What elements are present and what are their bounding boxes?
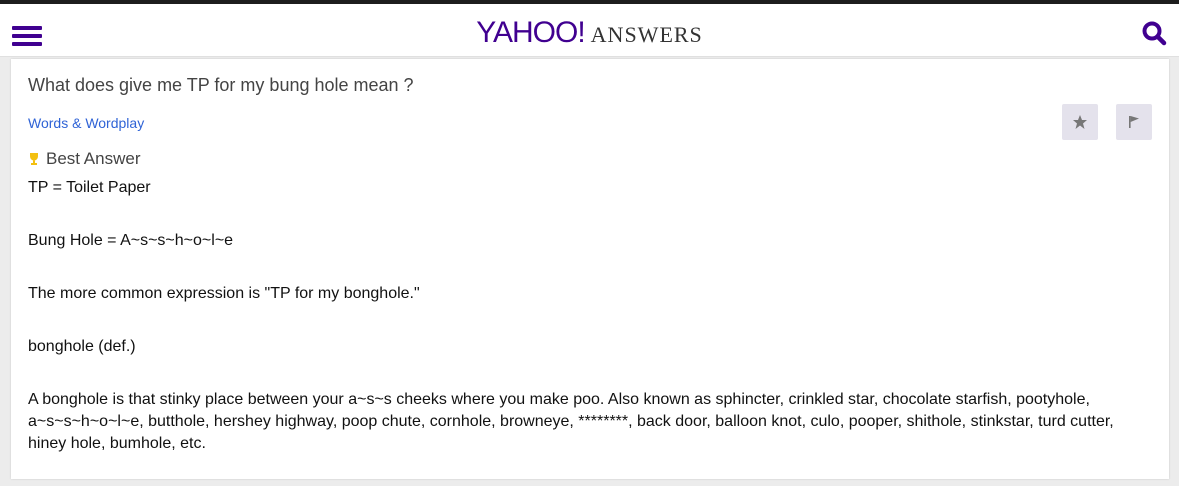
answer-paragraph: A bonghole is that stinky place between … (28, 391, 1114, 452)
answers-logo-text[interactable]: ANSWERS (591, 22, 703, 47)
trophy-icon (30, 153, 38, 165)
question-card: What does give me TP for my bung hole me… (11, 59, 1169, 479)
category-link[interactable]: Words & Wordplay (28, 115, 144, 131)
best-answer-label: Best Answer (46, 149, 141, 168)
answer-paragraph: TP = Toilet Paper (28, 179, 151, 196)
hamburger-menu-icon[interactable] (12, 26, 42, 48)
star-button[interactable] (1062, 104, 1098, 140)
answer-paragraph: Bung Hole = A~s~s~h~o~l~e (28, 232, 234, 249)
search-icon[interactable] (1141, 20, 1167, 46)
question-title: What does give me TP for my bung hole me… (28, 75, 414, 95)
logo: YAHOO! ANSWERS (0, 16, 1179, 50)
answer-body: TP = Toilet Paper Bung Hole = A~s~s~h~o~… (28, 177, 1148, 486)
flag-icon (1129, 116, 1139, 128)
answer-paragraph: The more common expression is "TP for my… (28, 285, 420, 302)
star-icon (1073, 115, 1087, 129)
flag-button[interactable] (1116, 104, 1152, 140)
app-header: YAHOO! ANSWERS (0, 4, 1179, 57)
yahoo-logo-text[interactable]: YAHOO! (476, 16, 585, 49)
best-answer-header: Best Answer (28, 149, 141, 169)
answer-paragraph: bonghole (def.) (28, 338, 136, 355)
